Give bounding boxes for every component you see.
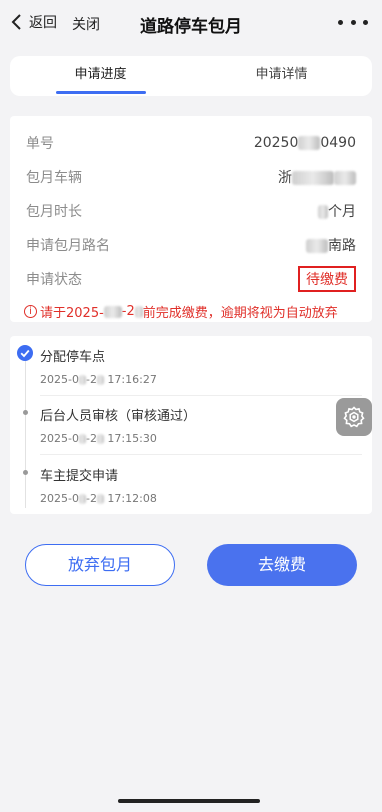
order-number-value: 20250 0490 [253, 135, 356, 151]
check-circle-icon [17, 345, 33, 361]
page-title: 道路停车包月 [140, 17, 242, 37]
progress-timeline: 分配停车点 2025-0 -2 17:16:27 后台人员审核（审核通过） 202… [10, 336, 372, 514]
abandon-subscription-button[interactable]: 放弃包月 [25, 544, 175, 586]
status-badge: 待缴费 [298, 266, 356, 292]
tab-bar: 申请进度 申请详情 [10, 56, 372, 96]
duration-label: 包月时长 [26, 204, 82, 220]
divider [40, 395, 362, 396]
road-value: 南路 [306, 235, 356, 255]
timeline-line [25, 358, 26, 508]
floating-settings-button[interactable] [336, 398, 372, 436]
timeline-dot [23, 470, 28, 475]
payment-deadline-warning: i 请于2025- -2 前完成缴费，逾期将视为自动放弃 [24, 302, 356, 321]
road-label: 申请包月路名 [26, 238, 110, 254]
divider [40, 454, 362, 455]
info-icon: i [24, 305, 37, 318]
gear-icon [343, 406, 365, 428]
nav-bar: 返回 关闭 道路停车包月 [0, 0, 382, 48]
chevron-left-icon [11, 14, 21, 30]
vehicle-value: 浙 [278, 167, 356, 187]
tab-progress[interactable]: 申请进度 [10, 56, 191, 96]
vehicle-row: 包月车辆 浙 [26, 160, 356, 194]
duration-value: 个月 [318, 201, 356, 221]
vehicle-label: 包月车辆 [26, 170, 82, 186]
timeline-item: 分配停车点 2025-0 -2 17:16:27 [40, 350, 157, 386]
pay-button[interactable]: 去缴费 [207, 544, 357, 586]
order-number-label: 单号 [26, 136, 54, 152]
timeline-item: 车主提交申请 2025-0 -2 17:12:08 [40, 469, 157, 505]
timeline-item: 后台人员审核（审核通过） 2025-0 -2 17:15:30 [40, 409, 197, 445]
application-info-card: 单号 20250 0490 包月车辆 浙 包月时长 个月 申请包月路名 南路 申请… [10, 116, 372, 322]
duration-row: 包月时长 个月 [26, 194, 356, 228]
status-row: 申请状态 待缴费 [26, 262, 356, 296]
close-button[interactable]: 关闭 [72, 14, 100, 34]
back-label: 返回 [29, 15, 57, 31]
tab-details[interactable]: 申请详情 [191, 56, 372, 96]
timeline-dot [23, 410, 28, 415]
home-indicator [118, 799, 260, 803]
road-row: 申请包月路名 南路 [26, 228, 356, 262]
order-number-row: 单号 20250 0490 [26, 126, 356, 160]
more-menu-icon[interactable] [338, 10, 368, 34]
status-label: 申请状态 [26, 272, 82, 288]
back-button[interactable]: 返回 [10, 12, 57, 32]
